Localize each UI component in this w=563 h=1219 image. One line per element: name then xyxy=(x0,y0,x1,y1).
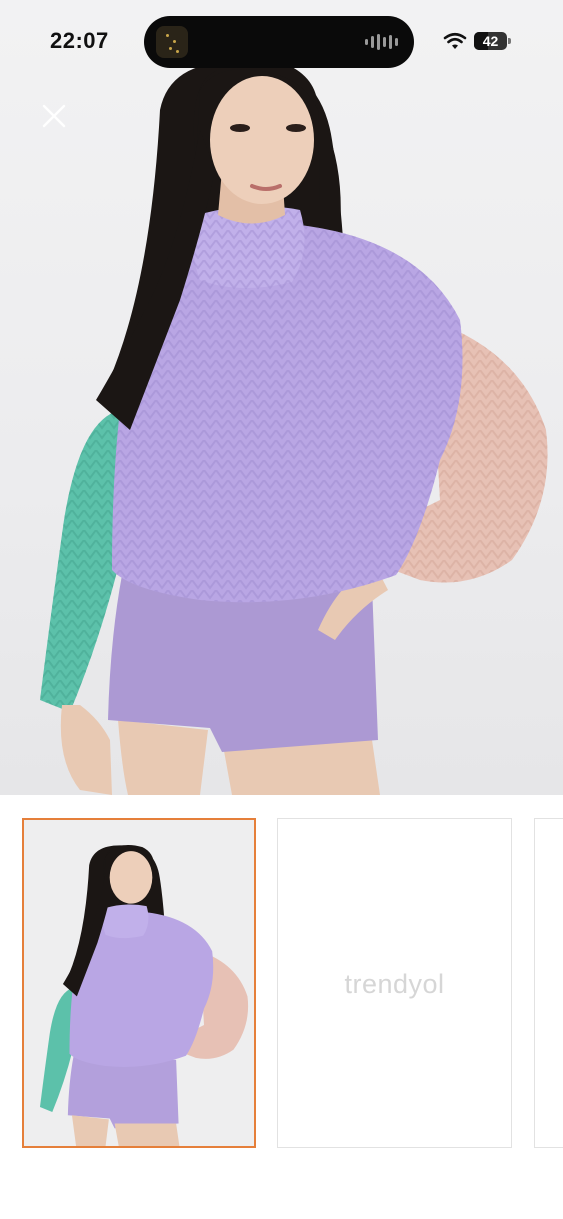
wifi-icon xyxy=(443,32,467,49)
battery-cap xyxy=(508,38,511,44)
status-time: 22:07 xyxy=(50,28,109,53)
close-icon xyxy=(42,104,66,128)
model-photo xyxy=(40,60,548,795)
thumbnail-strip[interactable]: trendyol xyxy=(0,795,563,1219)
battery-level: 42 xyxy=(482,33,499,49)
dynamic-island[interactable] xyxy=(144,16,414,68)
product-hero-image[interactable] xyxy=(0,0,563,795)
now-playing-waveform-icon xyxy=(365,34,398,50)
brand-placeholder-text: trendyol xyxy=(344,969,445,999)
now-playing-artwork xyxy=(156,26,188,58)
thumbnail-2-placeholder[interactable]: trendyol xyxy=(277,818,512,1148)
battery-indicator: 42 xyxy=(474,32,507,50)
thumbnail-3-partial[interactable] xyxy=(534,818,563,1148)
thumbnail-1-selected[interactable] xyxy=(22,818,256,1148)
close-button[interactable] xyxy=(36,98,72,134)
thumbnail-1-image xyxy=(24,820,254,1146)
